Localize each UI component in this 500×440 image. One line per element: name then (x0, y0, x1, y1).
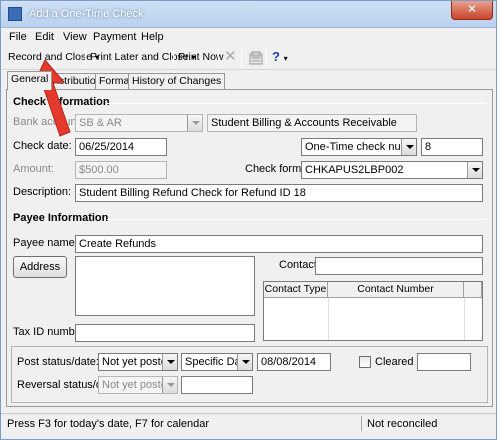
close-icon: ✕ (466, 2, 478, 16)
chevron-down-icon (162, 354, 177, 370)
menu-file[interactable]: File (9, 31, 27, 43)
status-separator (361, 416, 362, 431)
contact-numbers-grid[interactable]: Contact Type Contact Number (263, 281, 483, 341)
bank-account-description: Student Billing & Accounts Receivable (207, 114, 417, 132)
toolbar: Record and Close ▾ Print Later and Close… (1, 46, 496, 70)
help-glyph: ? (272, 49, 280, 64)
cleared-on-checkbox[interactable] (359, 356, 371, 368)
print-now-label: Print Now (178, 51, 224, 63)
menu-bar: File Edit View Payment Help (1, 28, 496, 46)
cleared-on-date-field[interactable] (417, 353, 471, 371)
toolbar-separator (218, 49, 219, 67)
contact-label: Contact: (279, 259, 320, 271)
address-button[interactable]: Address (13, 256, 67, 278)
tax-id-field[interactable] (75, 324, 255, 342)
payee-name-label: Payee name: (13, 237, 78, 249)
grid-column-line (328, 298, 329, 340)
grid-header-spacer (464, 282, 482, 298)
tab-history-of-changes[interactable]: History of Changes (128, 73, 226, 90)
payee-name-field[interactable]: Create Refunds (75, 235, 483, 253)
help-icon[interactable]: ? ▾ (269, 49, 291, 67)
description-field[interactable]: Student Billing Refund Check for Refund … (75, 184, 483, 202)
toolbar-separator (173, 49, 174, 67)
payee-information-heading: Payee Information (13, 212, 109, 224)
toolbar-separator (266, 49, 267, 67)
check-format-select[interactable]: CHKAPUS2LBP002 (301, 161, 483, 179)
check-dialog-window: Add a One-Time Check ✕ File Edit View Pa… (0, 0, 497, 440)
close-window-button[interactable]: ✕ (451, 1, 493, 20)
record-and-close-label: Record and Close (8, 51, 93, 63)
general-tab-panel: Check Information Bank account: SB & AR … (6, 89, 493, 407)
grid-header-contact-number[interactable]: Contact Number (328, 282, 464, 298)
tab-strip: General Distribution Format History of C… (1, 71, 496, 90)
chevron-down-icon (401, 139, 416, 155)
post-status-select[interactable]: Not yet posted (98, 353, 178, 371)
tab-general[interactable]: General (7, 71, 53, 90)
bank-account-select[interactable]: SB & AR (75, 114, 203, 132)
post-status-label: Post status/date: (17, 356, 99, 368)
contact-field[interactable] (315, 257, 483, 275)
amount-field: $500.00 (75, 161, 167, 179)
chevron-down-icon (237, 354, 252, 370)
check-date-label: Check date: (13, 140, 72, 152)
bank-account-label: Bank account: (13, 116, 83, 128)
menu-help[interactable]: Help (141, 31, 164, 43)
grid-header-contact-type[interactable]: Contact Type (264, 282, 328, 298)
toolbar-separator (85, 49, 86, 67)
section-divider (107, 219, 487, 220)
check-date-field[interactable]: 06/25/2014 (75, 138, 167, 156)
status-hint: Press F3 for today's date, F7 for calend… (7, 418, 210, 430)
section-divider (107, 103, 487, 104)
address-textarea[interactable] (75, 256, 255, 316)
title-bar: Add a One-Time Check ✕ (1, 1, 496, 28)
post-date-mode-select[interactable]: Specific Date (181, 353, 253, 371)
amount-label: Amount: (13, 163, 54, 175)
menu-edit[interactable]: Edit (35, 31, 54, 43)
window-title: Add a One-Time Check (29, 8, 144, 20)
chevron-down-icon (467, 162, 482, 178)
check-number-field[interactable]: 8 (421, 138, 483, 156)
reversal-status-select: Not yet posted (98, 376, 178, 394)
toolbar-separator (241, 49, 242, 67)
chevron-down-icon (162, 377, 177, 393)
chevron-down-icon (187, 115, 202, 131)
description-label: Description: (13, 186, 72, 198)
grid-column-line (464, 298, 465, 340)
bank-account-value: SB & AR (79, 117, 122, 129)
reconcile-status: Not reconciled (367, 418, 438, 430)
status-bar: Press F3 for today's date, F7 for calend… (1, 413, 496, 433)
check-number-type-select[interactable]: One-Time check number (301, 138, 417, 156)
post-date-field[interactable]: 08/08/2014 (257, 353, 331, 371)
check-information-heading: Check Information (13, 96, 110, 108)
properties-icon[interactable] (246, 51, 266, 69)
menu-payment[interactable]: Payment (93, 31, 136, 43)
delete-icon[interactable]: ✕ (221, 49, 240, 67)
chevron-down-icon: ▾ (283, 54, 288, 63)
check-format-value: CHKAPUS2LBP002 (305, 164, 404, 176)
app-icon (8, 7, 22, 21)
menu-view[interactable]: View (63, 31, 87, 43)
reversal-date-field[interactable] (181, 376, 253, 394)
